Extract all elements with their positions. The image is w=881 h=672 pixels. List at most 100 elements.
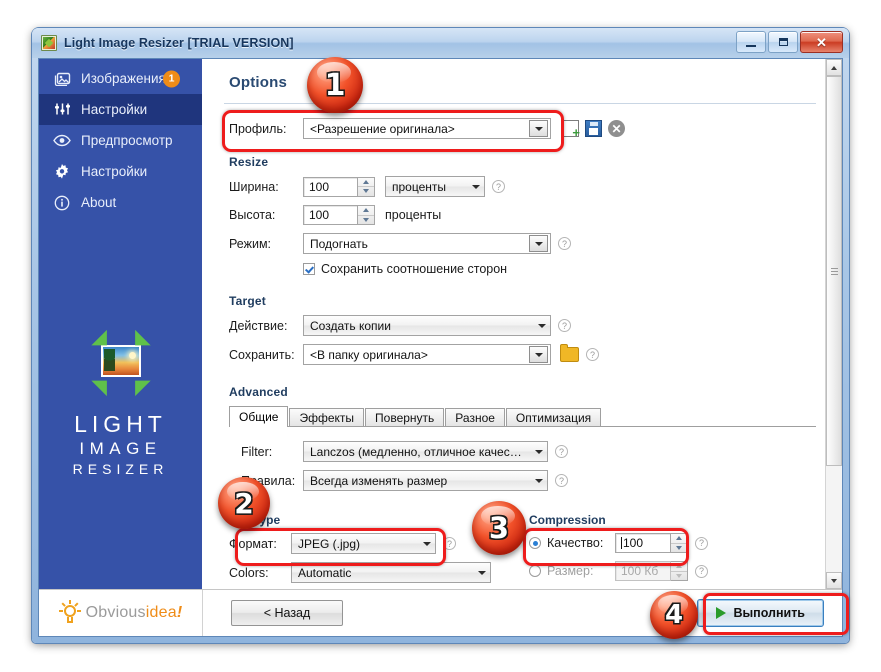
tab-optimizatsiya[interactable]: Оптимизация — [505, 408, 602, 427]
options-content: Options Профиль: <Разрешение оригинала> — [202, 59, 842, 589]
callout-2: 2 — [218, 477, 270, 529]
profile-value: <Разрешение оригинала> — [310, 121, 455, 136]
help-icon[interactable]: ? — [555, 445, 568, 458]
back-button[interactable]: < Назад — [231, 600, 343, 626]
client-area: Изображения 1 Настройки Предпросмотр Нас… — [38, 58, 843, 637]
target-section-title: Target — [229, 294, 266, 308]
size-stepper[interactable] — [671, 561, 688, 581]
images-icon — [52, 71, 72, 86]
width-value: 100 — [309, 179, 330, 194]
advanced-panel: Filter: Lanczos (медленно, отличное каче… — [229, 428, 816, 589]
width-unit-select[interactable]: проценты — [385, 176, 485, 197]
profile-select[interactable]: <Разрешение оригинала> — [303, 118, 551, 139]
product-logo: LIGHT IMAGE RESIZER — [39, 329, 202, 477]
callout-number: 3 — [488, 511, 510, 545]
width-stepper[interactable] — [358, 176, 375, 197]
help-icon[interactable]: ? — [555, 474, 568, 487]
chevron-down-icon[interactable] — [468, 177, 484, 196]
tabs-underline — [229, 426, 816, 427]
chevron-down-icon[interactable] — [529, 120, 548, 137]
format-select[interactable]: JPEG (.jpg) — [291, 533, 436, 554]
colors-select[interactable]: Automatic — [291, 562, 491, 583]
scroll-down-button[interactable] — [826, 572, 842, 589]
callout-number: 2 — [234, 486, 254, 520]
tab-label: Разное — [455, 411, 495, 425]
chevron-down-icon[interactable] — [534, 316, 550, 335]
options-pane: Options Профиль: <Разрешение оригинала> — [202, 59, 842, 589]
options-header: Options — [202, 59, 842, 105]
tab-obshchie[interactable]: Общие — [229, 406, 289, 427]
scroll-up-button[interactable] — [826, 59, 842, 76]
action-select[interactable]: Создать копии — [303, 315, 551, 336]
save-to-select[interactable]: <В папку оригинала> — [303, 344, 551, 365]
run-button[interactable]: Выполнить — [697, 599, 824, 627]
chevron-down-icon[interactable] — [419, 534, 435, 553]
chevron-down-icon[interactable] — [531, 442, 547, 461]
quality-radio[interactable] — [529, 537, 541, 549]
help-icon[interactable]: ? — [558, 237, 571, 250]
title-bar[interactable]: Light Image Resizer [TRIAL VERSION] ✕ — [32, 28, 849, 58]
sidebar-item-preview[interactable]: Предпросмотр — [39, 125, 202, 156]
callout-number: 1 — [324, 67, 346, 103]
profile-row: Профиль: <Разрешение оригинала> + ✕ — [229, 118, 816, 139]
keep-aspect-row[interactable]: Сохранить соотношение сторон — [229, 262, 816, 276]
minimize-button[interactable] — [736, 31, 766, 53]
height-stepper[interactable] — [358, 205, 375, 225]
maximize-button[interactable] — [768, 31, 798, 53]
height-input[interactable]: 100 — [303, 205, 358, 225]
tab-label: Повернуть — [375, 411, 435, 425]
help-icon[interactable]: ? — [443, 537, 456, 550]
save-to-value: <В папку оригинала> — [310, 347, 428, 362]
close-icon: ✕ — [816, 34, 827, 50]
tab-effekty[interactable]: Эффекты — [289, 408, 365, 427]
help-icon[interactable]: ? — [492, 180, 505, 193]
mode-select[interactable]: Подогнать — [303, 233, 551, 254]
height-row: Высота: 100 проценты — [229, 205, 816, 225]
callout-4: 4 — [650, 591, 698, 639]
size-radio[interactable] — [529, 565, 541, 577]
keep-aspect-checkbox[interactable] — [303, 263, 315, 275]
colors-value: Automatic — [298, 565, 352, 580]
page-title: Options — [229, 73, 288, 91]
vertical-scrollbar[interactable] — [825, 59, 842, 589]
chevron-down-icon[interactable] — [531, 471, 547, 490]
sidebar-item-images[interactable]: Изображения 1 — [39, 63, 202, 94]
sidebar-item-about[interactable]: About — [39, 187, 202, 218]
profile-label: Профиль: — [229, 121, 287, 136]
rules-value: Всегда изменять размер — [310, 473, 448, 488]
sidebar-item-settings-sliders[interactable]: Настройки — [39, 94, 202, 125]
minimize-icon — [746, 44, 756, 47]
tab-povernut[interactable]: Повернуть — [365, 408, 445, 427]
chevron-down-icon[interactable] — [474, 563, 490, 582]
filter-select[interactable]: Lanczos (медленно, отличное качество) — [303, 441, 548, 462]
scrollbar-track[interactable] — [826, 76, 842, 572]
body-row: Изображения 1 Настройки Предпросмотр Нас… — [39, 59, 842, 589]
help-icon[interactable]: ? — [695, 564, 708, 578]
help-icon[interactable]: ? — [586, 348, 599, 361]
sidebar-item-settings[interactable]: Настройки — [39, 156, 202, 187]
chevron-down-icon[interactable] — [529, 346, 548, 363]
width-input[interactable]: 100 — [303, 176, 358, 197]
folder-icon[interactable] — [560, 344, 579, 362]
quality-row: Качество: 100 ? — [529, 533, 816, 553]
advanced-tabs: Общие Эффекты Повернуть Разное Оптимизац… — [229, 406, 816, 427]
save-profile-icon[interactable] — [585, 120, 602, 137]
delete-profile-icon[interactable]: ✕ — [608, 120, 625, 137]
window-controls: ✕ — [736, 31, 843, 53]
chevron-down-icon[interactable] — [529, 235, 548, 252]
options-scroll-region: Options Профиль: <Разрешение оригинала> — [202, 59, 842, 589]
quality-stepper[interactable] — [671, 533, 688, 553]
quality-input[interactable]: 100 — [615, 533, 671, 553]
help-icon[interactable]: ? — [695, 536, 708, 550]
compression-title: Compression — [529, 513, 606, 527]
filter-row: Filter: Lanczos (медленно, отличное каче… — [229, 441, 816, 462]
help-icon[interactable]: ? — [558, 319, 571, 332]
new-profile-icon[interactable] — [562, 120, 580, 139]
close-button[interactable]: ✕ — [800, 31, 843, 53]
rules-select[interactable]: Всегда изменять размер — [303, 470, 548, 491]
brand-part-3: ! — [176, 604, 183, 621]
tab-raznoe[interactable]: Разное — [445, 408, 505, 427]
info-icon — [52, 195, 72, 211]
scrollbar-thumb[interactable] — [826, 76, 842, 466]
size-input[interactable]: 100 Кб — [615, 561, 671, 581]
